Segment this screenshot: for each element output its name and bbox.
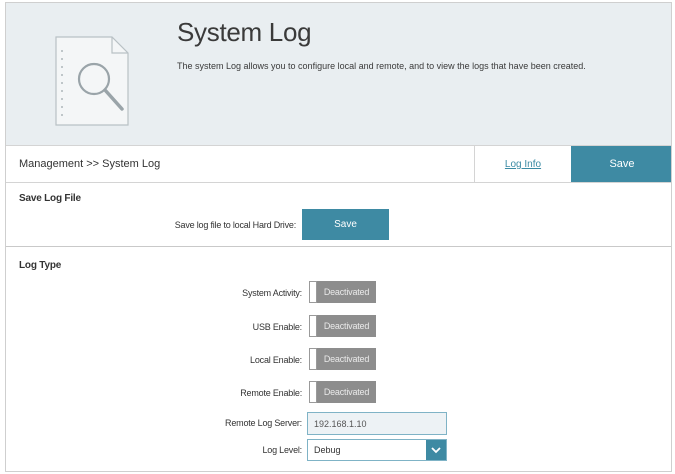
log-level-label: Log Level: bbox=[262, 445, 302, 455]
local-enable-label: Local Enable: bbox=[250, 355, 302, 365]
header-banner: System Log The system Log allows you to … bbox=[6, 3, 671, 145]
page-title: System Log bbox=[177, 17, 312, 47]
toggle-knob bbox=[309, 281, 317, 303]
remote-log-server-label: Remote Log Server: bbox=[225, 418, 302, 428]
toggle-knob bbox=[309, 381, 317, 403]
log-info-tab[interactable]: Log Info bbox=[474, 146, 571, 182]
toggle-knob bbox=[309, 315, 317, 337]
usb-enable-label: USB Enable: bbox=[252, 322, 303, 332]
page-frame: System Log The system Log allows you to … bbox=[5, 2, 672, 472]
local-enable-toggle[interactable]: Deactivated bbox=[309, 348, 376, 370]
nav-bar: Management >> System Log Log Info Save bbox=[6, 145, 671, 183]
toggle-state: Deactivated bbox=[317, 315, 376, 337]
save-log-file-heading: Save Log File bbox=[19, 193, 81, 204]
system-activity-toggle[interactable]: Deactivated bbox=[309, 281, 376, 303]
remote-enable-label: Remote Enable: bbox=[240, 388, 302, 398]
save-button[interactable]: Save bbox=[571, 146, 671, 182]
log-level-select[interactable]: Debug bbox=[307, 439, 447, 461]
toggle-state: Deactivated bbox=[317, 381, 376, 403]
remote-enable-toggle[interactable]: Deactivated bbox=[309, 381, 376, 403]
toggle-knob bbox=[309, 348, 317, 370]
log-level-value: Debug bbox=[314, 445, 341, 455]
breadcrumb: Management >> System Log bbox=[19, 158, 161, 170]
page-description: The system Log allows you to configure l… bbox=[177, 61, 586, 71]
section-divider bbox=[6, 246, 671, 247]
system-activity-label: System Activity: bbox=[242, 288, 302, 298]
usb-enable-toggle[interactable]: Deactivated bbox=[309, 315, 376, 337]
log-type-heading: Log Type bbox=[19, 260, 62, 271]
toggle-state: Deactivated bbox=[317, 281, 376, 303]
save-log-file-label: Save log file to local Hard Drive: bbox=[174, 220, 296, 230]
document-search-icon bbox=[55, 36, 129, 126]
remote-log-server-input[interactable] bbox=[307, 412, 447, 435]
save-log-file-button[interactable]: Save bbox=[302, 209, 389, 240]
toggle-state: Deactivated bbox=[317, 348, 376, 370]
chevron-down-icon bbox=[426, 440, 446, 460]
log-info-link[interactable]: Log Info bbox=[505, 159, 541, 170]
